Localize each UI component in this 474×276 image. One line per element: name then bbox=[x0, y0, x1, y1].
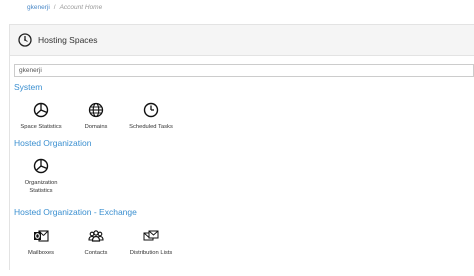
space-statistics-button[interactable]: Space Statistics bbox=[11, 102, 71, 131]
clock-icon bbox=[143, 102, 159, 118]
pie-chart-icon bbox=[33, 158, 49, 174]
tile-label: Mailboxes bbox=[27, 250, 55, 256]
organization-statistics-button[interactable]: Organization Statistics bbox=[11, 158, 71, 195]
space-selector[interactable]: gkenerji bbox=[14, 64, 474, 77]
pie-chart-icon bbox=[33, 102, 49, 118]
tile-label: Distribution Lists bbox=[129, 250, 173, 256]
contacts-button[interactable]: Contacts bbox=[66, 228, 126, 257]
section-title-system: System bbox=[14, 82, 43, 92]
page-title: Hosting Spaces bbox=[38, 35, 98, 45]
breadcrumb-current: Account Home bbox=[59, 4, 103, 11]
gauge-icon bbox=[18, 33, 32, 47]
section-title-hosted-organization: Hosted Organization bbox=[14, 138, 92, 148]
outlook-icon bbox=[34, 230, 49, 242]
users-icon bbox=[88, 230, 104, 242]
breadcrumb: gkenerji / Account Home bbox=[27, 4, 102, 11]
section-title-exchange: Hosted Organization - Exchange bbox=[14, 207, 137, 217]
breadcrumb-bar: gkenerji / Account Home bbox=[0, 0, 474, 20]
tile-label: Domains bbox=[84, 124, 108, 130]
scheduled-tasks-button[interactable]: Scheduled Tasks bbox=[121, 102, 181, 131]
breadcrumb-separator: / bbox=[53, 4, 56, 11]
mailboxes-button[interactable]: Mailboxes bbox=[11, 228, 71, 257]
domains-button[interactable]: Domains bbox=[66, 102, 126, 131]
tile-label: Organization Statistics bbox=[24, 180, 58, 194]
tile-label: Space Statistics bbox=[20, 124, 62, 130]
distribution-lists-button[interactable]: Distribution Lists bbox=[121, 228, 181, 257]
panel-header: Hosting Spaces bbox=[10, 25, 474, 56]
tile-label: Scheduled Tasks bbox=[129, 124, 173, 130]
breadcrumb-user-link[interactable]: gkenerji bbox=[27, 4, 50, 11]
tile-label: Contacts bbox=[84, 250, 108, 256]
globe-icon bbox=[88, 102, 104, 118]
envelopes-icon bbox=[143, 230, 159, 241]
